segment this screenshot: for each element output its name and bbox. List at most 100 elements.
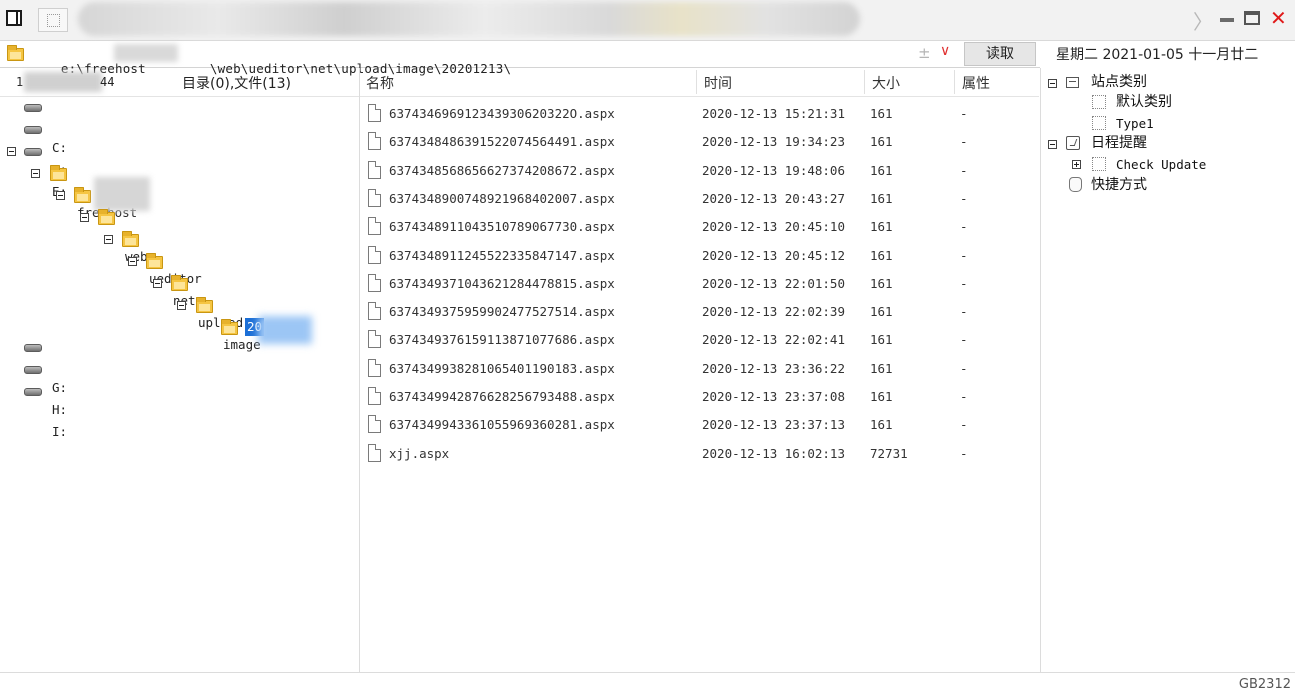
file-icon [368, 415, 381, 434]
column-header-attr[interactable]: 属性 [962, 73, 990, 93]
file-icon [368, 245, 381, 264]
tree-node-web[interactable]: web [98, 207, 148, 264]
plus-minus-icon[interactable]: ± [918, 44, 931, 62]
check-update-node[interactable]: Check Update [1116, 156, 1206, 174]
address-bar: e:\freehost \web\ueditor\net\upload\image… [0, 41, 1040, 76]
tree-header-redaction [24, 72, 102, 92]
file-row[interactable]: 6374349376159113871077686.aspx 2020-12-13… [360, 326, 1039, 354]
file-row[interactable]: 6374349942876628256793488.aspx 2020-12-13… [360, 383, 1039, 411]
folder-icon [146, 253, 163, 269]
tree-node-redacted[interactable] [74, 177, 150, 211]
file-row[interactable]: 6374349938281065401190183.aspx 2020-12-13… [360, 355, 1039, 383]
file-row[interactable]: 637434696912343930620322O.aspx 2020-12-13… [360, 100, 1039, 128]
weekday: 星期二 [1056, 47, 1098, 63]
close-button[interactable]: ✕ [1270, 6, 1287, 30]
column-divider[interactable] [864, 70, 865, 94]
file-row[interactable]: 6374348568656627374208672.aspx 2020-12-13… [360, 157, 1039, 185]
file-time: 2020-12-13 22:01:50 [702, 275, 845, 291]
tree-node-ueditor[interactable]: ueditor [122, 229, 202, 286]
type1-node[interactable]: Type1 [1116, 115, 1154, 133]
folder-open-icon [221, 319, 238, 335]
tree-node-drive-c[interactable]: C: [24, 98, 67, 155]
site-category-node[interactable]: 站点类别 [1091, 73, 1147, 91]
file-row[interactable]: 6374349943361055969360281.aspx 2020-12-13… [360, 411, 1039, 439]
label-redaction [258, 316, 312, 344]
file-time: 2020-12-13 23:37:08 [702, 389, 845, 404]
file-name: 6374349943361055969360281.aspx [389, 417, 615, 433]
file-size: 161 [870, 275, 893, 291]
expand-toggle[interactable] [1072, 160, 1081, 169]
file-attr: - [960, 332, 968, 348]
tree-node-upload[interactable]: upload [171, 273, 243, 330]
file-row[interactable]: xjj.aspx 2020-12-13 16:02:13 72731 - [360, 440, 1039, 468]
maximize-button[interactable] [1244, 11, 1260, 25]
file-time: 2020-12-13 20:43:27 [702, 190, 845, 206]
chevron-down-icon[interactable]: ∨ [940, 43, 950, 59]
folder-icon [196, 297, 213, 313]
read-button[interactable]: 读取 [964, 42, 1036, 66]
tree-header-count-start: 1 [16, 75, 24, 89]
collapse-toggle[interactable] [177, 301, 186, 310]
tab-icon[interactable] [38, 8, 68, 32]
file-time: 2020-12-13 23:36:22 [702, 360, 845, 376]
tree-node-drive-h[interactable]: H: [24, 360, 67, 417]
column-header-size[interactable]: 大小 [872, 73, 900, 93]
title-bar: 〉 ✕ [0, 0, 1295, 41]
collapse-toggle[interactable] [153, 279, 162, 288]
category-item-icon [1092, 116, 1106, 130]
column-divider[interactable] [696, 70, 697, 94]
lunar-date: 十一月廿二 [1188, 47, 1259, 63]
file-attr: - [960, 275, 968, 291]
collapse-toggle[interactable] [80, 213, 89, 222]
file-time: 2020-12-13 19:34:23 [702, 134, 845, 150]
collapse-toggle[interactable] [1048, 140, 1057, 149]
file-time: 2020-12-13 22:02:41 [702, 332, 845, 348]
folder-icon [7, 45, 24, 61]
file-row[interactable]: 6374349371043621284478815.aspx 2020-12-13… [360, 270, 1039, 298]
shortcuts-node[interactable]: 快捷方式 [1091, 176, 1147, 194]
tree-node-drive-i[interactable]: I: [24, 382, 67, 439]
collapse-toggle[interactable] [56, 191, 65, 200]
file-row[interactable]: 6374348911245522335847147.aspx 2020-12-13… [360, 242, 1039, 270]
tab-strip-redacted [78, 2, 860, 36]
file-attr: - [960, 445, 968, 461]
file-icon [368, 273, 381, 292]
file-attr: - [960, 389, 968, 404]
column-divider[interactable] [954, 70, 955, 94]
panel-toggle-icon[interactable] [6, 10, 22, 26]
file-time: 2020-12-13 16:02:13 [702, 445, 845, 461]
file-time: 2020-12-13 20:45:10 [702, 219, 845, 235]
file-row[interactable]: 6374348911043510789067730.aspx 2020-12-13… [360, 213, 1039, 241]
collapse-toggle[interactable] [128, 257, 137, 266]
file-icon [368, 330, 381, 349]
tree-node-drive-g[interactable]: G: [24, 338, 67, 395]
encoding-indicator[interactable]: GB2312 [1239, 677, 1291, 692]
collapse-toggle[interactable] [1048, 79, 1057, 88]
file-icon [368, 217, 381, 236]
minimize-button[interactable] [1220, 18, 1234, 22]
schedule-reminder-node[interactable]: 日程提醒 [1091, 134, 1147, 152]
file-name: 637434696912343930620322O.aspx [389, 106, 615, 121]
tree-node-drive-d[interactable]: D: [24, 120, 67, 177]
tree-node-drive-e[interactable]: E: [24, 142, 67, 199]
file-row[interactable]: 6374348900748921968402007.aspx 2020-12-13… [360, 185, 1039, 213]
chevron-right-icon[interactable]: 〉 [1193, 6, 1213, 35]
tree-node-image[interactable]: image [196, 295, 261, 352]
column-header-name[interactable]: 名称 [366, 73, 394, 93]
tree-node-freehost[interactable]: freehost [50, 163, 137, 220]
default-category-node[interactable]: 默认类别 [1116, 93, 1172, 111]
file-attr: - [960, 219, 968, 235]
collapse-toggle[interactable] [31, 169, 40, 178]
file-size: 161 [870, 332, 893, 348]
collapse-toggle[interactable] [7, 147, 16, 156]
column-header-time[interactable]: 时间 [704, 73, 732, 93]
tree-node-selected-folder[interactable]: 20 [221, 317, 265, 337]
file-row[interactable]: 6374349375959902477527514.aspx 2020-12-13… [360, 298, 1039, 326]
file-size: 161 [870, 417, 893, 433]
file-row[interactable]: 6374348486391522074564491.aspx 2020-12-13… [360, 128, 1039, 156]
collapse-toggle[interactable] [104, 235, 113, 244]
tree-node-net[interactable]: net [146, 251, 196, 308]
drive-icon [24, 148, 42, 156]
file-name: 6374348911043510789067730.aspx [389, 219, 615, 235]
tree-label: G: [52, 380, 68, 395]
